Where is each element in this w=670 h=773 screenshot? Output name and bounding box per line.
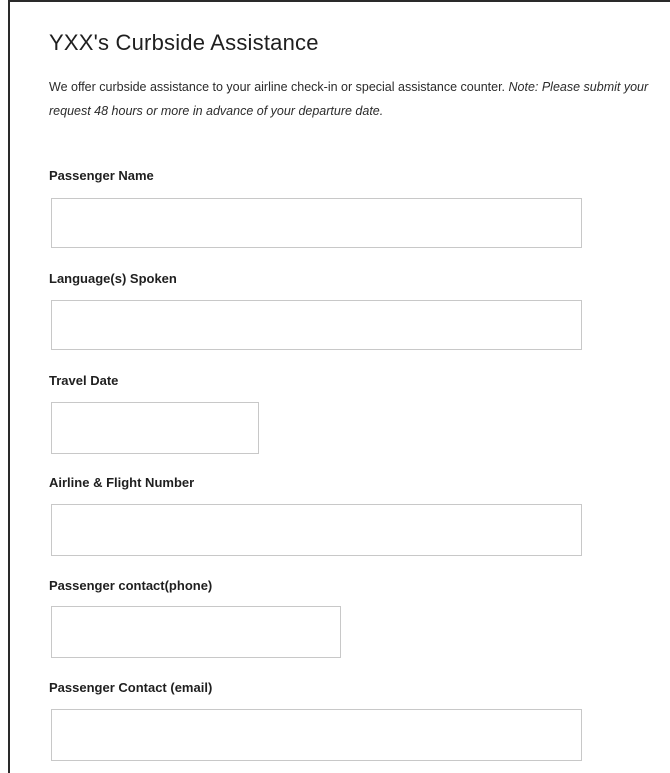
intro-text: We offer curbside assistance to your air… bbox=[49, 80, 509, 94]
airline-flight-number-label: Airline & Flight Number bbox=[49, 475, 195, 490]
travel-date-input[interactable] bbox=[51, 402, 259, 454]
languages-spoken-input[interactable] bbox=[51, 300, 582, 350]
passenger-phone-input[interactable] bbox=[51, 606, 341, 658]
travel-date-label: Travel Date bbox=[49, 373, 119, 388]
passenger-email-label: Passenger Contact (email) bbox=[49, 680, 213, 695]
passenger-email-input[interactable] bbox=[51, 709, 582, 761]
form-title: YXX's Curbside Assistance bbox=[49, 30, 319, 55]
passenger-name-label: Passenger Name bbox=[49, 168, 154, 183]
airline-flight-number-input[interactable] bbox=[51, 504, 582, 556]
passenger-phone-label: Passenger contact(phone) bbox=[49, 578, 213, 593]
languages-spoken-label: Language(s) Spoken bbox=[49, 271, 177, 286]
form-intro: We offer curbside assistance to your air… bbox=[49, 75, 661, 123]
passenger-name-input[interactable] bbox=[51, 198, 582, 248]
